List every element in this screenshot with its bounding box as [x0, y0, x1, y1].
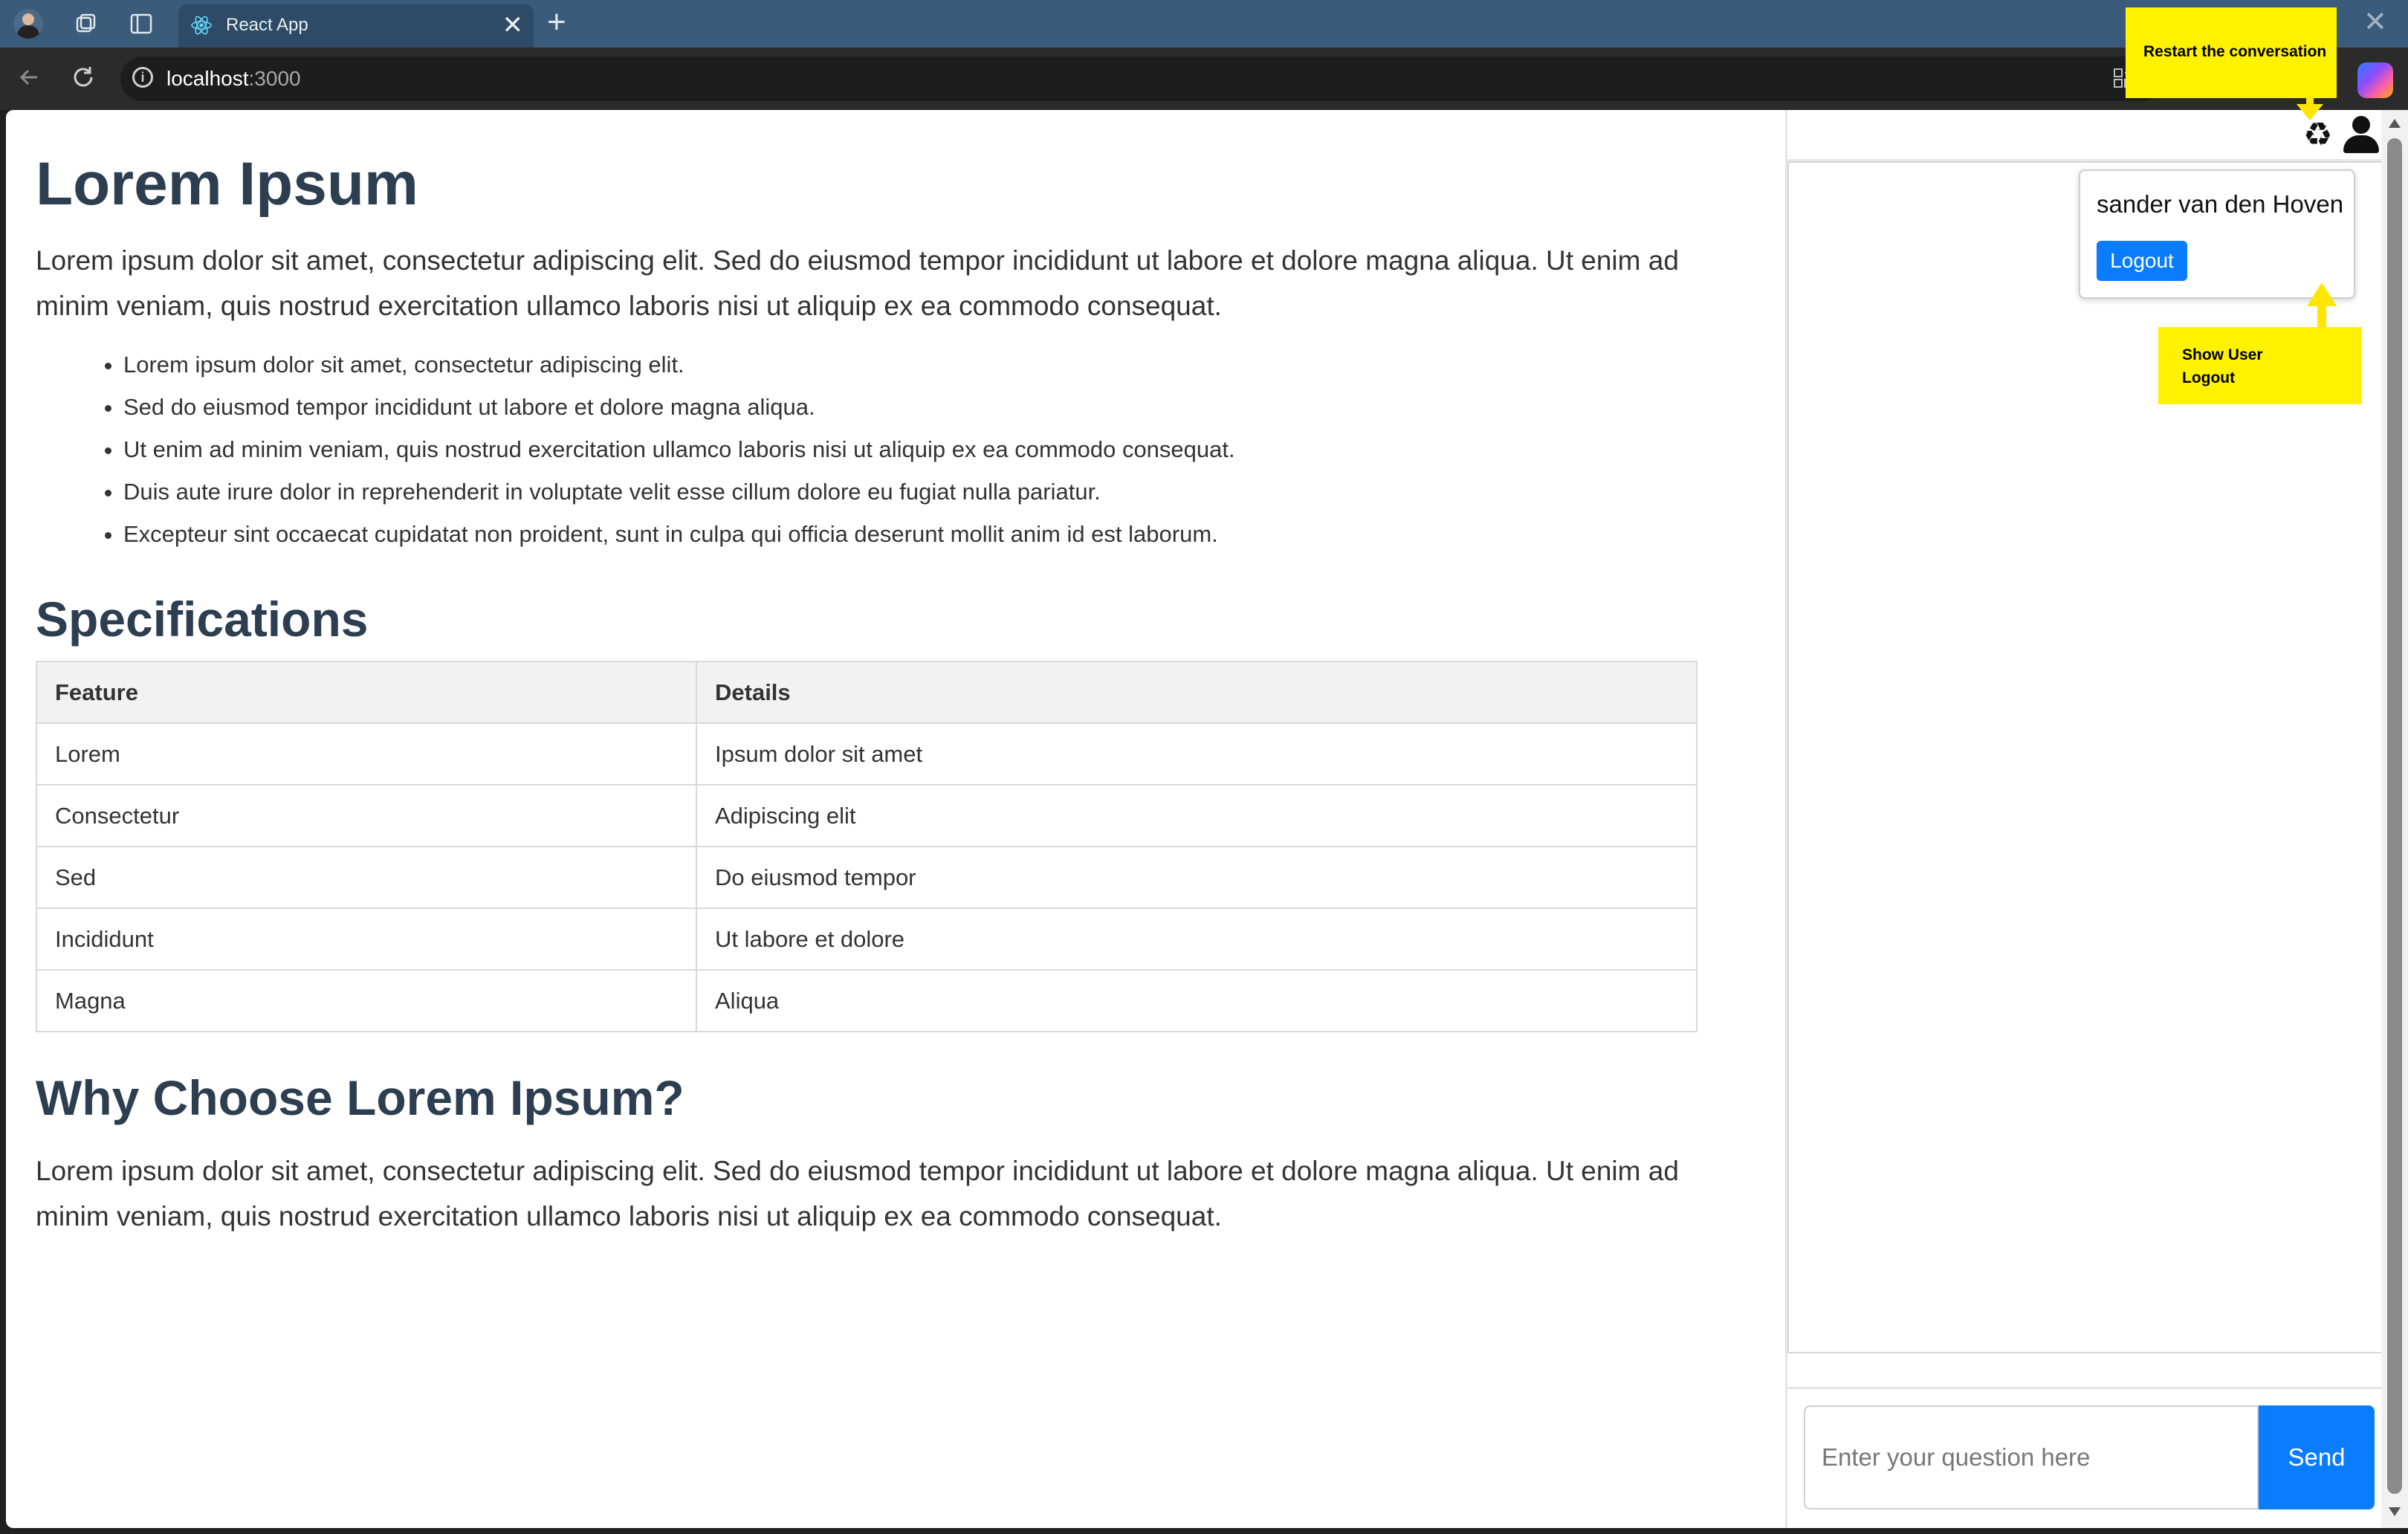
intro-paragraph: Lorem ipsum dolor sit amet, consectetur … — [36, 245, 1679, 321]
profile-avatar[interactable] — [13, 9, 43, 39]
scroll-down-arrow-icon[interactable] — [2389, 1507, 2401, 1516]
annotation-show-user-text: Show User Logout — [2182, 346, 2263, 386]
table-row: Magna Aliqua — [36, 969, 1697, 1032]
annotation-show-user: Show User Logout — [2158, 327, 2362, 404]
table-cell: Incididunt — [36, 907, 697, 971]
page-scrollbar[interactable] — [2381, 110, 2408, 1528]
tab-title: React App — [226, 15, 308, 35]
annotation-arrowhead-icon — [2307, 282, 2337, 306]
address-bar-row: i localhost:3000 — [0, 48, 2408, 110]
user-icon[interactable] — [2343, 116, 2379, 153]
table-cell: Ut labore et dolore — [696, 907, 1697, 971]
main-content: Lorem Ipsum Lorem ipsum dolor sit amet, … — [36, 110, 1715, 1239]
workspaces-icon[interactable] — [71, 9, 101, 39]
table-row: Sed Do eiusmod tempor — [36, 846, 1697, 909]
annotation-restart-text: Restart the conversation — [2143, 43, 2327, 60]
table-cell: Adipiscing elit — [696, 784, 1697, 847]
list-item: Ut enim ad minim veniam, quis nostrud ex… — [123, 428, 1715, 470]
site-info-icon[interactable]: i — [132, 67, 153, 88]
scrollbar-thumb[interactable] — [2387, 138, 2402, 1494]
column-header-feature: Feature — [36, 661, 697, 724]
back-icon[interactable] — [15, 62, 45, 99]
page-title: Lorem Ipsum — [36, 150, 418, 218]
annotation-arrow — [2317, 303, 2326, 329]
url-text: localhost:3000 — [166, 67, 301, 90]
reload-icon[interactable] — [68, 62, 98, 99]
question-input[interactable] — [1804, 1405, 2259, 1509]
specifications-heading: Specifications — [36, 592, 369, 647]
table-cell: Magna — [36, 969, 697, 1032]
annotation-restart: Restart the conversation — [2126, 7, 2337, 98]
list-item: Lorem ipsum dolor sit amet, consectetur … — [123, 343, 1715, 386]
scroll-up-arrow-icon[interactable] — [2389, 119, 2401, 128]
logout-button[interactable]: Logout — [2097, 241, 2187, 281]
vertical-tabs-icon[interactable] — [126, 9, 156, 39]
url-bar[interactable]: i localhost:3000 — [120, 56, 2164, 101]
browser-tab-strip: React App ✕ + ✕ — [0, 0, 2408, 48]
chat-header: ♻ — [1787, 110, 2381, 161]
table-cell: Lorem — [36, 722, 697, 786]
send-button[interactable]: Send — [2259, 1405, 2375, 1509]
table-header-row: Feature Details — [36, 661, 1697, 724]
chat-input-row: Send — [1787, 1387, 2381, 1528]
close-tab-icon[interactable]: ✕ — [502, 10, 524, 40]
copilot-icon[interactable] — [2357, 62, 2393, 98]
table-cell: Ipsum dolor sit amet — [696, 722, 1697, 786]
list-item: Duis aute irure dolor in reprehenderit i… — [123, 470, 1715, 513]
feature-list: Lorem ipsum dolor sit amet, consectetur … — [36, 343, 1715, 555]
annotation-arrowhead-icon — [2297, 104, 2323, 120]
window-close-icon[interactable]: ✕ — [2363, 6, 2387, 39]
chat-panel: ♻ sander van den Hoven Logout Send — [1785, 110, 2381, 1528]
tab-react-app[interactable]: React App ✕ — [178, 4, 534, 48]
why-paragraph: Lorem ipsum dolor sit amet, consectetur … — [36, 1156, 1679, 1232]
table-row: Consectetur Adipiscing elit — [36, 784, 1697, 847]
user-popover: sander van den Hoven Logout — [2079, 169, 2355, 299]
specifications-table: Feature Details Lorem Ipsum dolor sit am… — [36, 661, 1697, 1032]
table-cell: Do eiusmod tempor — [696, 846, 1697, 909]
web-page: Lorem Ipsum Lorem ipsum dolor sit amet, … — [6, 110, 2381, 1528]
list-item: Excepteur sint occaecat cupidatat non pr… — [123, 513, 1715, 555]
restart-conversation-icon[interactable]: ♻ — [2303, 117, 2332, 153]
table-row: Lorem Ipsum dolor sit amet — [36, 722, 1697, 786]
react-icon — [191, 16, 212, 35]
list-item: Sed do eiusmod tempor incididunt ut labo… — [123, 386, 1715, 428]
column-header-details: Details — [696, 661, 1697, 724]
table-row: Incididunt Ut labore et dolore — [36, 907, 1697, 971]
table-cell: Consectetur — [36, 784, 697, 847]
user-name: sander van den Hoven — [2097, 190, 2344, 218]
why-heading: Why Choose Lorem Ipsum? — [36, 1070, 684, 1125]
new-tab-button[interactable]: + — [547, 6, 566, 39]
table-cell: Sed — [36, 846, 697, 909]
table-cell: Aliqua — [696, 969, 1697, 1032]
